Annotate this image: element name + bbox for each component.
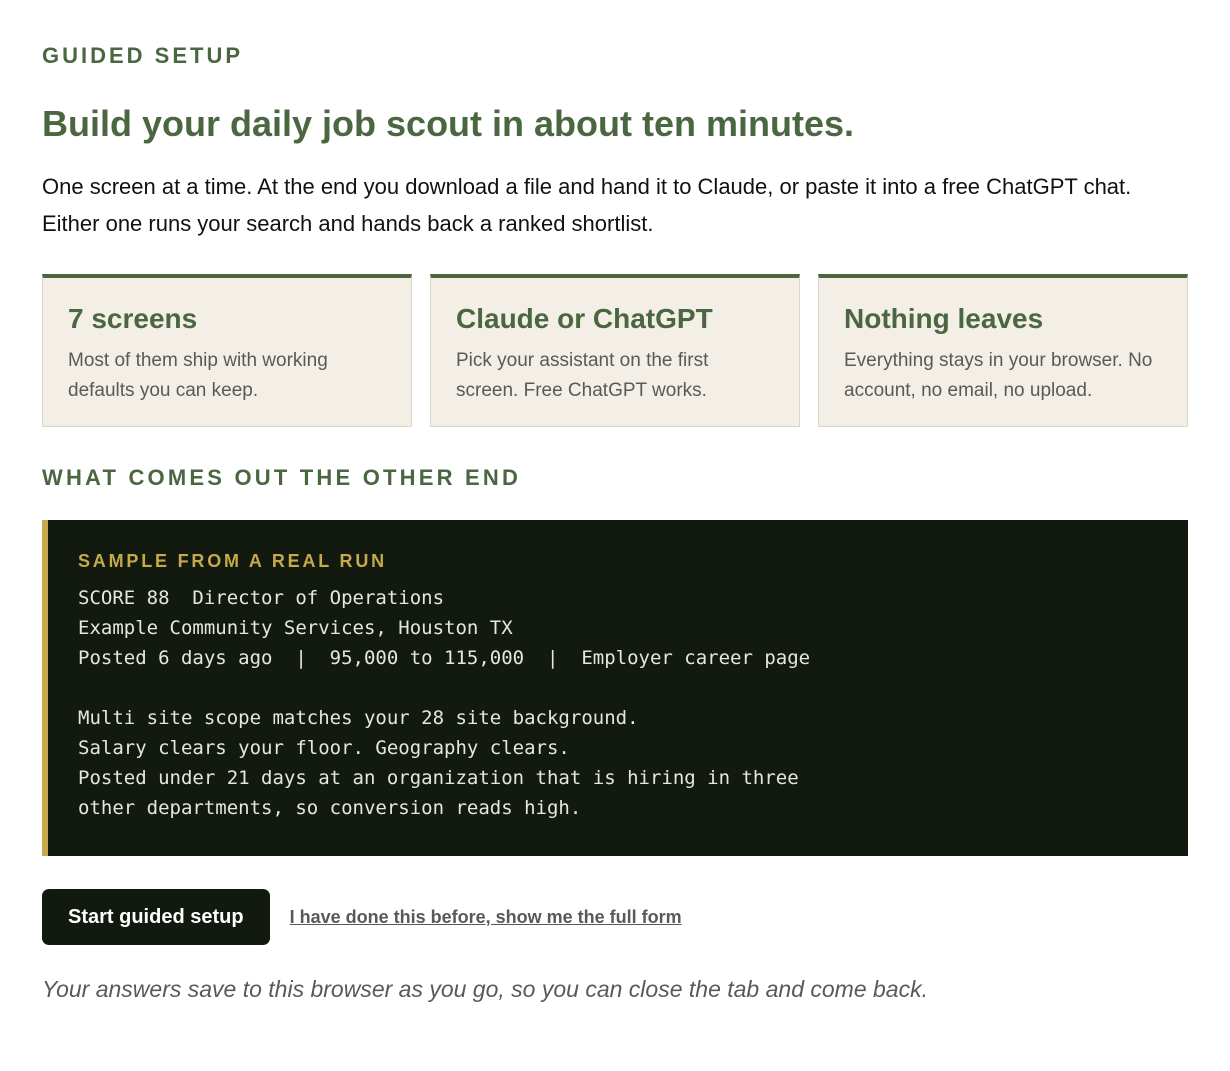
feature-card-title: 7 screens [68, 303, 198, 334]
page-title: Build your daily job scout in about ten … [42, 103, 855, 144]
feature-card-privacy: Nothing leaves Everything stays in your … [818, 274, 1188, 427]
sample-line: SCORE 88 Director of Operations [78, 587, 445, 609]
sample-label: SAMPLE FROM A REAL RUN [78, 551, 387, 571]
action-row: Start guided setup I have done this befo… [42, 889, 682, 945]
feature-card-title: Claude or ChatGPT [456, 303, 713, 334]
intro-paragraph: One screen at a time. At the end you dow… [42, 174, 1132, 236]
start-guided-setup-button[interactable]: Start guided setup [42, 889, 270, 945]
sample-output-block: SAMPLE FROM A REAL RUN SCORE 88 Director… [42, 520, 1188, 856]
feature-card-screens: 7 screens Most of them ship with working… [42, 274, 412, 427]
sample-output-text: SCORE 88 Director of Operations Example … [78, 583, 1158, 823]
feature-card-assistant: Claude or ChatGPT Pick your assistant on… [430, 274, 800, 427]
sample-line: Example Community Services, Houston TX [78, 617, 513, 639]
feature-card-body: Most of them ship with working defaults … [68, 350, 328, 401]
feature-cards: 7 screens Most of them ship with working… [42, 274, 1188, 427]
sample-line: Salary clears your floor. Geography clea… [78, 737, 570, 759]
sample-line: Posted 6 days ago | 95,000 to 115,000 | … [78, 647, 811, 669]
sample-line: Posted under 21 days at an organization … [78, 767, 799, 789]
eyebrow-label: GUIDED SETUP [42, 43, 244, 68]
full-form-link[interactable]: I have done this before, show me the ful… [290, 907, 682, 928]
sample-line: Multi site scope matches your 28 site ba… [78, 707, 639, 729]
sample-line [78, 673, 1158, 703]
feature-card-body: Pick your assistant on the first screen.… [456, 350, 709, 401]
autosave-note: Your answers save to this browser as you… [42, 976, 928, 1002]
feature-card-body: Everything stays in your browser. No acc… [844, 350, 1153, 401]
feature-card-title: Nothing leaves [844, 303, 1044, 334]
output-section-title: WHAT COMES OUT THE OTHER END [42, 465, 522, 490]
sample-line: other departments, so conversion reads h… [78, 797, 582, 819]
